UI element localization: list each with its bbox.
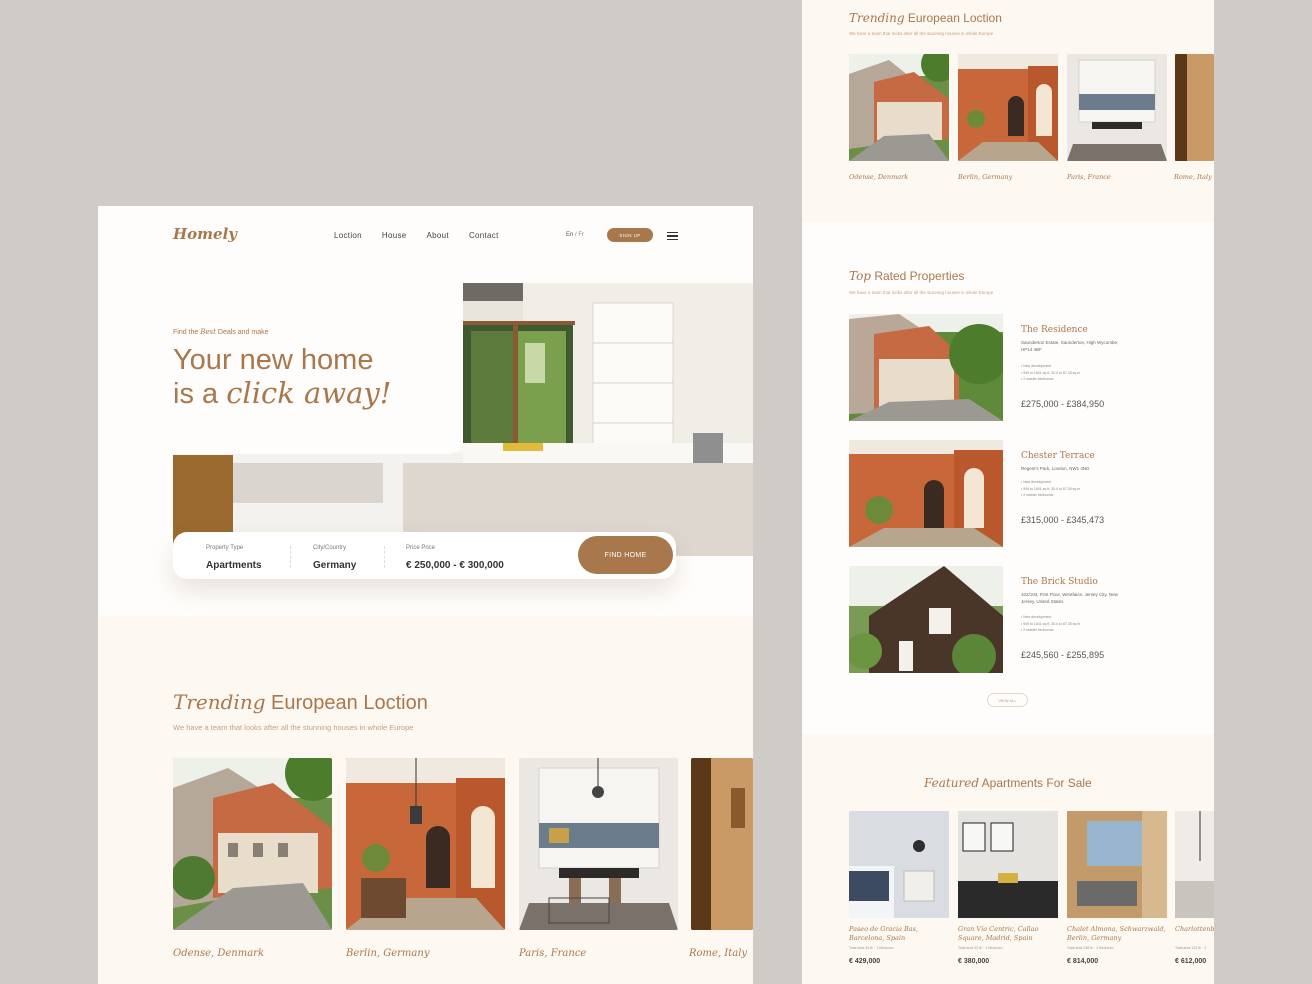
featured-title: Featured Apartments For Sale — [924, 776, 1092, 790]
property-price: £245,560 - £255,895 — [1021, 650, 1105, 660]
property-features: • New development • 949 to 1641 sq ft, 3… — [1021, 615, 1081, 632]
property-address: Regent's Park, London, NW1 4ND — [1021, 466, 1090, 471]
apartment-image[interactable] — [849, 811, 949, 918]
nav-link-contact[interactable]: Contact — [469, 231, 499, 240]
property-type-field[interactable]: Property Type Apartments — [206, 545, 262, 573]
landing-page-mockup: Homely Loction House About Contact En / … — [98, 206, 753, 984]
location-card-caption[interactable]: Rome, Italy — [1174, 173, 1212, 181]
language-switcher[interactable]: En / Fr — [566, 232, 584, 238]
property-address: Saunderton Estate, Saunderton, High Wyco… — [1021, 340, 1119, 352]
location-card-paris-image[interactable] — [1067, 54, 1167, 161]
apartment-image[interactable] — [958, 811, 1058, 918]
property-features: • New development • 949 to 1641 sq ft, 3… — [1021, 480, 1081, 497]
property-address: 102/103, First Floor, Westfaice, Jersey … — [1021, 592, 1118, 604]
listing-page-mockup: Trending European Loction We have a team… — [802, 0, 1214, 984]
trending-title: Trending European Loction — [173, 690, 428, 714]
signup-button[interactable]: SIGN UP — [607, 228, 653, 242]
apartment-meta: Total area 32 ft² · 1 Bedroom — [958, 946, 1003, 950]
apartment-image[interactable] — [1175, 811, 1214, 918]
lang-active[interactable]: En — [566, 232, 573, 238]
trending-subtitle: We have a team that looks after all the … — [849, 31, 994, 36]
lang-other[interactable]: Fr — [578, 232, 584, 238]
logo[interactable]: Homely — [173, 225, 237, 243]
property-image-residence[interactable] — [849, 314, 1003, 421]
property-features: • New development • 949 to 1641 sq ft, 3… — [1021, 364, 1081, 381]
nav-link-house[interactable]: House — [382, 231, 407, 240]
location-card-rome-image[interactable] — [1175, 54, 1214, 161]
city-country-field[interactable]: City/Country Germany — [313, 545, 356, 573]
apartment-price: € 380,000 — [958, 958, 990, 965]
apartment-price: € 429,000 — [849, 958, 881, 965]
apartment-meta: Total area 123 ft² · 2 — [1175, 946, 1207, 950]
find-home-button[interactable]: FIND HOME — [578, 536, 673, 574]
location-card-paris-image[interactable] — [519, 758, 678, 930]
nav-link-location[interactable]: Loction — [334, 231, 362, 240]
location-card-odense-image[interactable] — [849, 54, 949, 161]
location-card-caption[interactable]: Paris, France — [1067, 173, 1111, 181]
apartment-meta: Total area 236 ft² · 3 Bedroom — [1067, 946, 1114, 950]
location-card-berlin-image[interactable] — [346, 758, 505, 930]
location-card-caption[interactable]: Rome, Italy — [689, 948, 747, 959]
property-price: £315,000 - £345,473 — [1021, 515, 1105, 525]
property-search-bar: Property Type Apartments City/Country Ge… — [173, 532, 676, 579]
apartment-name[interactable]: Charlottenburg, Germany — [1175, 925, 1214, 934]
location-card-berlin-image[interactable] — [958, 54, 1058, 161]
hamburger-menu-icon[interactable] — [667, 232, 678, 240]
location-card-caption[interactable]: Berlin, Germany — [958, 173, 1012, 181]
top-navbar: Homely Loction House About Contact En / … — [98, 206, 753, 266]
property-price: £275,000 - £384,950 — [1021, 399, 1105, 409]
apartment-meta: Total area 54 ft² · 1 Bedroom — [849, 946, 894, 950]
price-range-field[interactable]: Price Price € 250,000 - € 300,000 — [406, 545, 504, 573]
trending-subtitle: We have a team that looks after all the … — [173, 723, 414, 732]
property-image-brick-studio[interactable] — [849, 566, 1003, 673]
location-card-caption[interactable]: Odense, Denmark — [849, 173, 908, 181]
apartment-price: € 612,000 — [1175, 958, 1207, 965]
apartment-price: € 814,000 — [1067, 958, 1099, 965]
apartment-name[interactable]: Chalet Almona, Schwarzwald, Berlin, Germ… — [1067, 925, 1167, 943]
apartment-image[interactable] — [1067, 811, 1167, 918]
nav-links: Loction House About Contact — [334, 231, 499, 240]
top-rated-subtitle: We have a team that looks after all the … — [849, 290, 994, 295]
location-card-odense-image[interactable] — [173, 758, 332, 930]
apartment-name[interactable]: Paseo de Gracia Bas, Barcelona, Spain — [849, 925, 949, 943]
property-name[interactable]: Chester Terrace — [1021, 451, 1095, 461]
view-all-button[interactable]: VIEW ALL — [987, 693, 1028, 707]
property-name[interactable]: The Brick Studio — [1021, 577, 1098, 587]
nav-link-about[interactable]: About — [427, 231, 449, 240]
hero-tagline: Find the Best Deals and make — [173, 328, 269, 336]
hero-headline: Your new home is a click away! — [173, 344, 392, 410]
trending-title: Trending European Loction — [849, 11, 1002, 25]
location-card-rome-image[interactable] — [691, 758, 753, 930]
location-card-caption[interactable]: Berlin, Germany — [346, 948, 429, 959]
location-card-caption[interactable]: Paris, France — [519, 948, 586, 959]
top-rated-title: Top Rated Properties — [849, 269, 965, 283]
apartment-name[interactable]: Gran Vía Centric, Callao Square, Madrid,… — [958, 925, 1058, 943]
property-image-chester[interactable] — [849, 440, 1003, 547]
location-card-caption[interactable]: Odense, Denmark — [173, 948, 264, 959]
property-name[interactable]: The Residence — [1021, 325, 1088, 335]
